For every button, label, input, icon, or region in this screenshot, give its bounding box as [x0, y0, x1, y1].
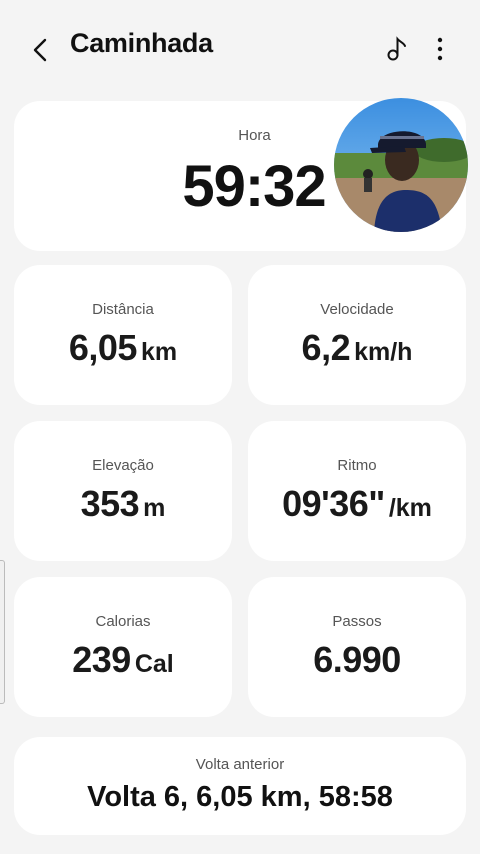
stat-label: Passos: [332, 613, 382, 630]
chevron-left-icon: [33, 38, 47, 62]
previous-lap-value: Volta 6, 6,05 km, 58:58: [87, 781, 393, 813]
user-photo[interactable]: [334, 98, 468, 232]
stat-card-speed: Velocidade 6,2 km/h: [248, 265, 466, 405]
stat-value: 6,2 km/h: [248, 327, 466, 369]
stat-unit: km: [140, 338, 178, 366]
timer-value: 59:32: [182, 154, 326, 219]
stat-label: Distância: [92, 301, 154, 318]
stat-value: 353 m: [14, 483, 232, 525]
stat-card-elevation: Elevação 353 m: [14, 421, 232, 561]
stat-value: 09'36"/km: [248, 483, 466, 525]
stat-number: 09'36": [282, 483, 385, 524]
previous-lap-label: Volta anterior: [195, 756, 285, 773]
stat-unit: km/h: [354, 338, 413, 366]
timer-label: Hora: [238, 127, 271, 144]
music-button[interactable]: [380, 32, 414, 66]
stat-value: 239 Cal: [14, 639, 232, 681]
stat-number: 6.990: [313, 639, 401, 680]
stat-card-pace: Ritmo 09'36"/km: [248, 421, 466, 561]
stat-unit: Cal: [134, 650, 174, 678]
stat-value: 6.990: [248, 639, 466, 681]
previous-lap-card: Volta anterior Volta 6, 6,05 km, 58:58: [14, 737, 466, 835]
more-options-button[interactable]: [426, 32, 454, 66]
stat-number: 353: [80, 483, 140, 524]
stat-number: 6,05: [68, 327, 138, 368]
stat-number: 6,2: [301, 327, 351, 368]
user-photo-image: [334, 98, 468, 232]
back-button[interactable]: [24, 30, 56, 70]
stat-card-steps: Passos 6.990: [248, 577, 466, 717]
edge-panel-handle[interactable]: [0, 560, 5, 704]
stat-unit: /km: [388, 494, 432, 522]
stat-label: Elevação: [92, 457, 154, 474]
stat-card-calories: Calorias 239 Cal: [14, 577, 232, 717]
app-header: Caminhada: [0, 0, 480, 100]
stat-label: Velocidade: [320, 301, 394, 318]
stat-unit: m: [143, 494, 166, 522]
stat-number: 239: [72, 639, 131, 680]
more-vertical-icon: [437, 37, 443, 61]
stat-value: 6,05 km: [14, 327, 232, 369]
stat-label: Calorias: [95, 613, 151, 630]
music-note-icon: [387, 36, 406, 61]
page-title: Caminhada: [70, 28, 213, 58]
stat-card-distance: Distância 6,05 km: [14, 265, 232, 405]
stat-label: Ritmo: [337, 457, 377, 474]
